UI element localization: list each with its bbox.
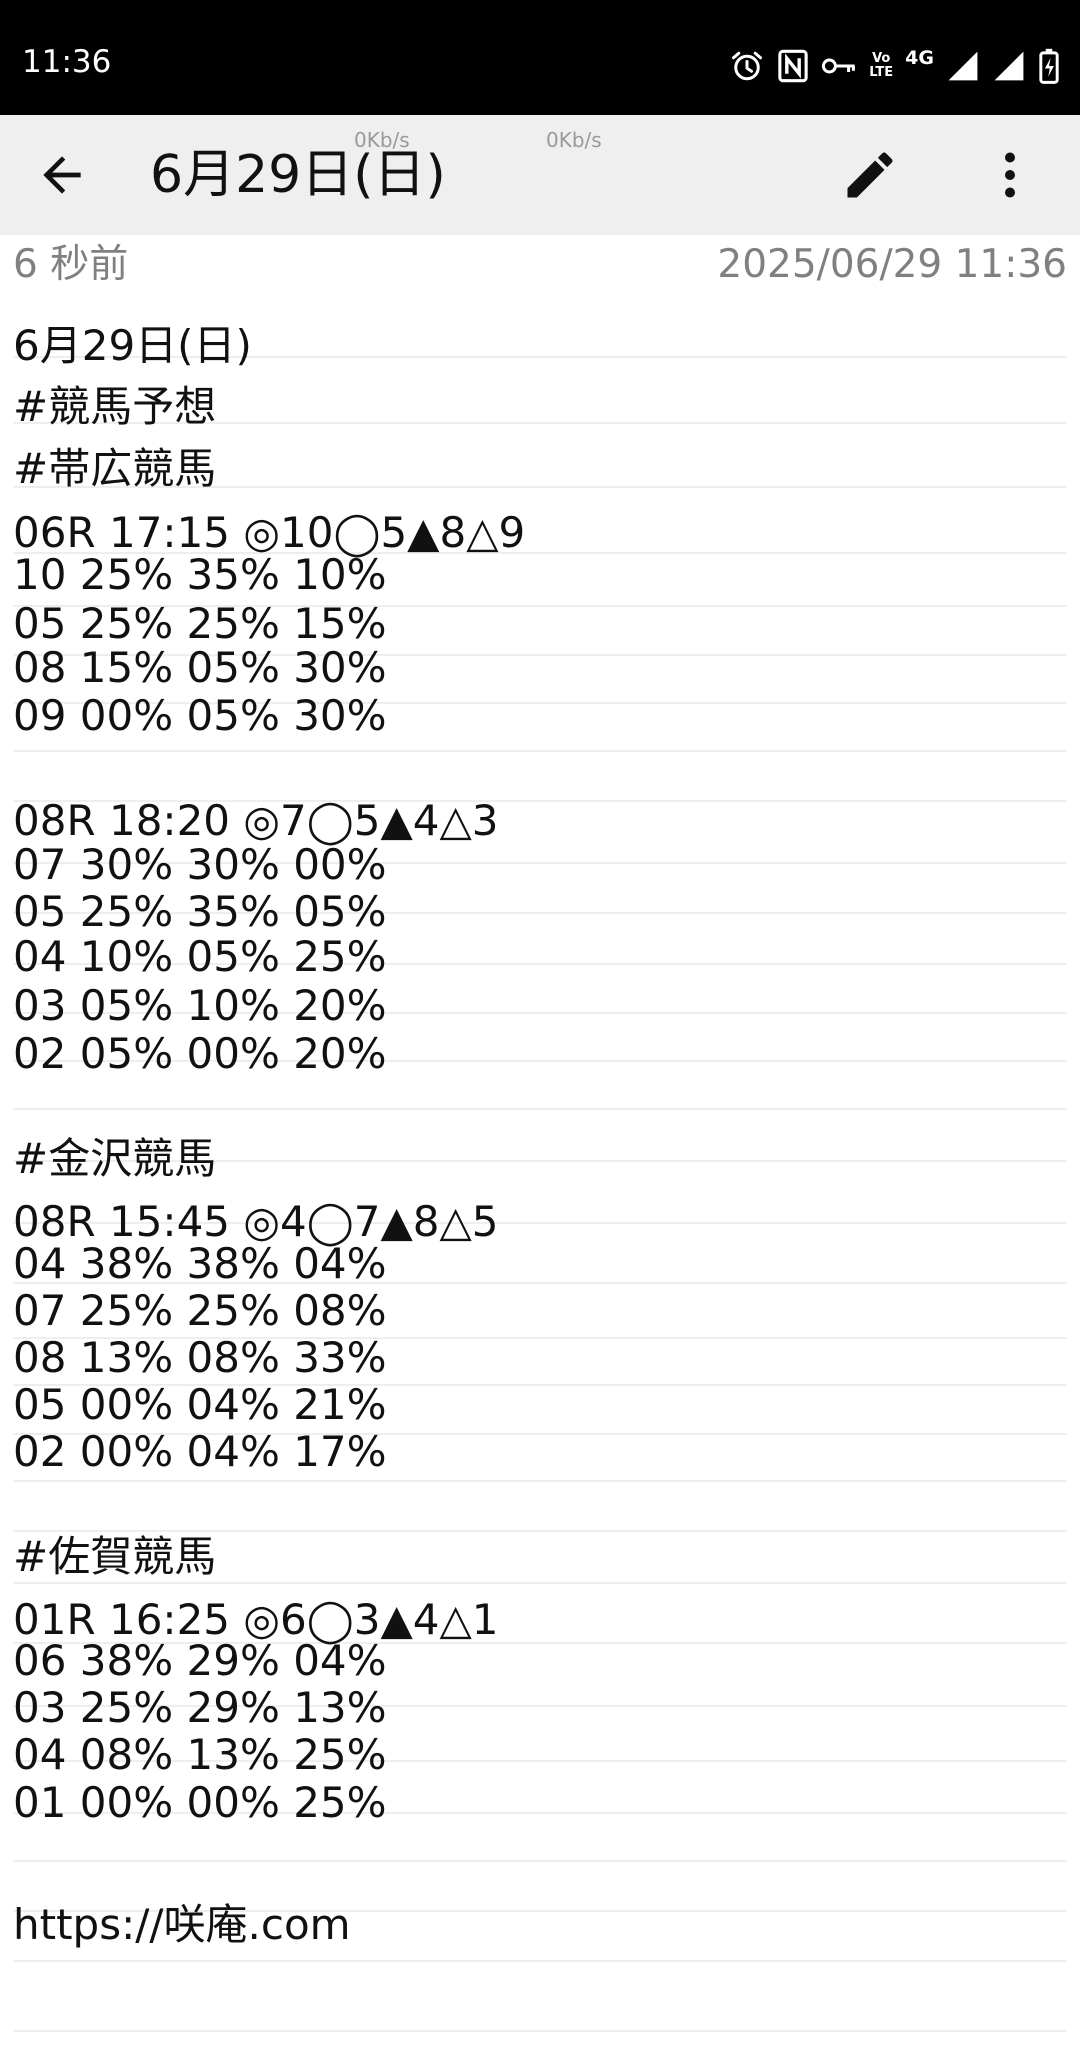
note-title[interactable]: 6月29日(日) — [150, 143, 446, 207]
ruled-line — [13, 1960, 1067, 1962]
note-text-line: 04 10% 05% 25% — [13, 932, 387, 981]
back-button[interactable] — [34, 147, 90, 203]
note-text-line: 02 05% 00% 20% — [13, 1029, 387, 1078]
ruled-line — [13, 2030, 1067, 2032]
volte-top-label: Vo — [872, 51, 891, 66]
note-text-line: 05 00% 04% 21% — [13, 1380, 387, 1429]
edit-button[interactable] — [840, 145, 900, 205]
network-type-label: 4G — [905, 47, 934, 69]
note-text-line: 02 00% 04% 17% — [13, 1427, 387, 1476]
note-text-line: #金沢競馬 — [13, 1134, 217, 1183]
status-bar: 11:36 Vo LTE 4G — [0, 0, 1080, 115]
note-text-line: #競馬予想 — [13, 382, 217, 431]
pencil-icon — [847, 152, 893, 198]
note-meta: 6 秒前 2025/06/29 11:36 — [13, 240, 1067, 290]
status-icons: Vo LTE 4G — [729, 46, 1060, 86]
more-vert-icon — [1005, 152, 1015, 198]
note-text-line: 6月29日(日) — [13, 321, 252, 370]
battery-charging-icon — [1039, 48, 1059, 84]
note-text-line: #佐賀競馬 — [13, 1532, 217, 1581]
network-speed-label: 0Kb/s — [354, 128, 410, 152]
note-text-line: 03 05% 10% 20% — [13, 981, 387, 1030]
signal-icon — [994, 51, 1024, 81]
vpn-key-icon — [822, 58, 856, 74]
note-text-line: 10 25% 35% 10% — [13, 550, 387, 599]
status-time: 11:36 — [22, 44, 112, 80]
note-text-line: 04 38% 38% 04% — [13, 1239, 387, 1288]
nfc-icon — [778, 49, 808, 83]
note-text-line — [13, 1078, 1067, 1128]
note-text-line: 04 08% 13% 25% — [13, 1730, 387, 1779]
note-text-line — [13, 740, 1067, 790]
note-text-line: 07 25% 25% 08% — [13, 1286, 387, 1335]
note-text-line — [13, 1828, 1067, 1890]
note-text-line: 05 25% 35% 05% — [13, 887, 387, 936]
note-text-line: 07 30% 30% 00% — [13, 840, 387, 889]
relative-time: 6 秒前 — [13, 242, 129, 287]
alarm-icon — [732, 51, 763, 81]
signal-icon — [948, 51, 978, 81]
note-text-line: 08 15% 05% 30% — [13, 643, 387, 692]
note-text-line: #帯広競馬 — [13, 444, 217, 493]
volte-icon: Vo LTE — [869, 52, 893, 80]
note-text-line: 01 00% 00% 25% — [13, 1778, 387, 1827]
note-text-line: 09 00% 05% 30% — [13, 691, 387, 740]
volte-bottom-label: LTE — [869, 65, 894, 80]
back-arrow-icon — [43, 156, 81, 194]
more-options-button[interactable] — [980, 145, 1040, 205]
note-text-line: 03 25% 29% 13% — [13, 1683, 387, 1732]
note-text-line: https://咲庵.com — [13, 1900, 351, 1949]
note-text-line: 08 13% 08% 33% — [13, 1333, 387, 1382]
note-timestamp: 2025/06/29 11:36 — [717, 242, 1067, 287]
note-text-line — [13, 1476, 1067, 1525]
network-speed-label: 0Kb/s — [546, 128, 602, 152]
note-text-line: 06 38% 29% 04% — [13, 1636, 387, 1685]
toolbar: 6月29日(日) 0Kb/s 0Kb/s — [0, 115, 1080, 235]
note-text-line: 05 25% 25% 15% — [13, 599, 387, 648]
